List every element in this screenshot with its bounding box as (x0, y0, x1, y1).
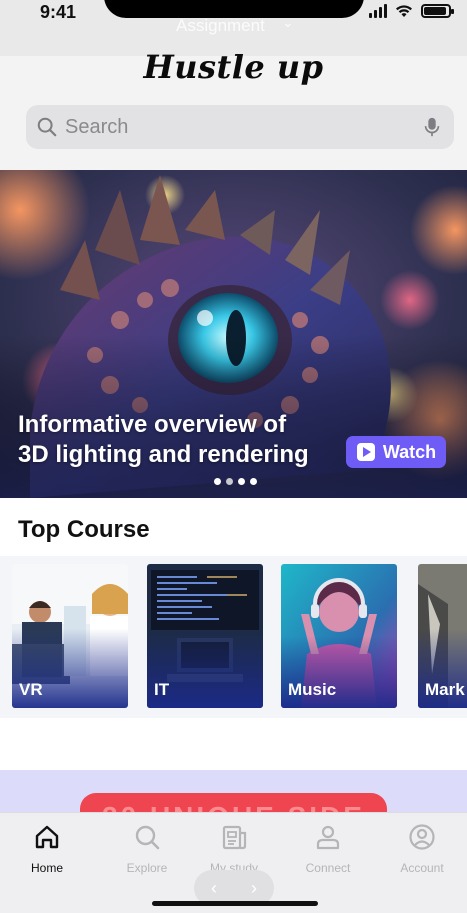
hero-title: Informative overview of 3D lighting and … (18, 410, 348, 470)
chevron-right-icon[interactable]: › (251, 878, 257, 899)
person-icon (316, 825, 340, 850)
signal-icon (369, 4, 387, 18)
carousel-indicator[interactable] (214, 478, 257, 485)
app-logo: Hustle up (143, 48, 324, 86)
course-label: IT (154, 680, 170, 699)
hero-title-line: Informative overview of (18, 411, 287, 438)
section-title-top-course: Top Course (18, 516, 150, 543)
home-icon (35, 825, 59, 849)
battery-icon (421, 4, 454, 18)
tab-label: Connect (305, 861, 351, 875)
chevron-left-icon[interactable]: ‹ (211, 878, 217, 899)
watch-button[interactable]: Watch (346, 436, 446, 468)
hero-banner[interactable]: Informative overview of 3D lighting and … (0, 170, 467, 498)
course-label: Mark (425, 680, 465, 699)
tab-label: Explore (126, 861, 168, 875)
tab-label: Home (30, 861, 63, 875)
home-indicator[interactable] (152, 901, 318, 906)
carousel-dot-active[interactable] (226, 478, 233, 485)
tab-home[interactable]: Home (1, 823, 93, 875)
device-notch (104, 0, 364, 18)
search-icon (135, 825, 160, 850)
search-icon (37, 117, 57, 137)
course-label: VR (19, 680, 43, 699)
course-card-music[interactable]: Music (281, 564, 397, 708)
carousel-dot[interactable] (250, 478, 257, 485)
course-card-vr[interactable]: VR (12, 564, 128, 708)
status-icons (369, 4, 454, 18)
tab-connect[interactable]: Connect (282, 823, 374, 875)
course-carousel[interactable]: VR IT Music Mark (0, 556, 467, 718)
tab-label: Account (400, 861, 444, 875)
tab-my-study[interactable]: My study (188, 823, 280, 875)
account-icon (409, 824, 435, 850)
course-label: Music (288, 680, 337, 699)
tab-account[interactable]: Account (376, 823, 467, 875)
search-bar[interactable]: Search (26, 105, 454, 149)
play-icon (356, 443, 375, 461)
watch-button-label: Watch (382, 441, 437, 462)
hero-title-line: 3D lighting and rendering (18, 441, 309, 468)
wifi-icon (396, 5, 412, 17)
search-input[interactable]: Search (65, 116, 422, 139)
carousel-dot[interactable] (238, 478, 245, 485)
status-time: 9:41 (40, 2, 77, 22)
notebook-icon (222, 825, 247, 850)
course-card-marketing[interactable]: Mark (418, 564, 467, 708)
app-header: Hustle up Search (0, 48, 467, 170)
tab-explore[interactable]: Explore (101, 823, 193, 875)
course-card-it[interactable]: IT (147, 564, 263, 708)
carousel-dot[interactable] (214, 478, 221, 485)
ghost-header-title: Assignment (176, 16, 265, 35)
mic-icon[interactable] (422, 116, 442, 138)
